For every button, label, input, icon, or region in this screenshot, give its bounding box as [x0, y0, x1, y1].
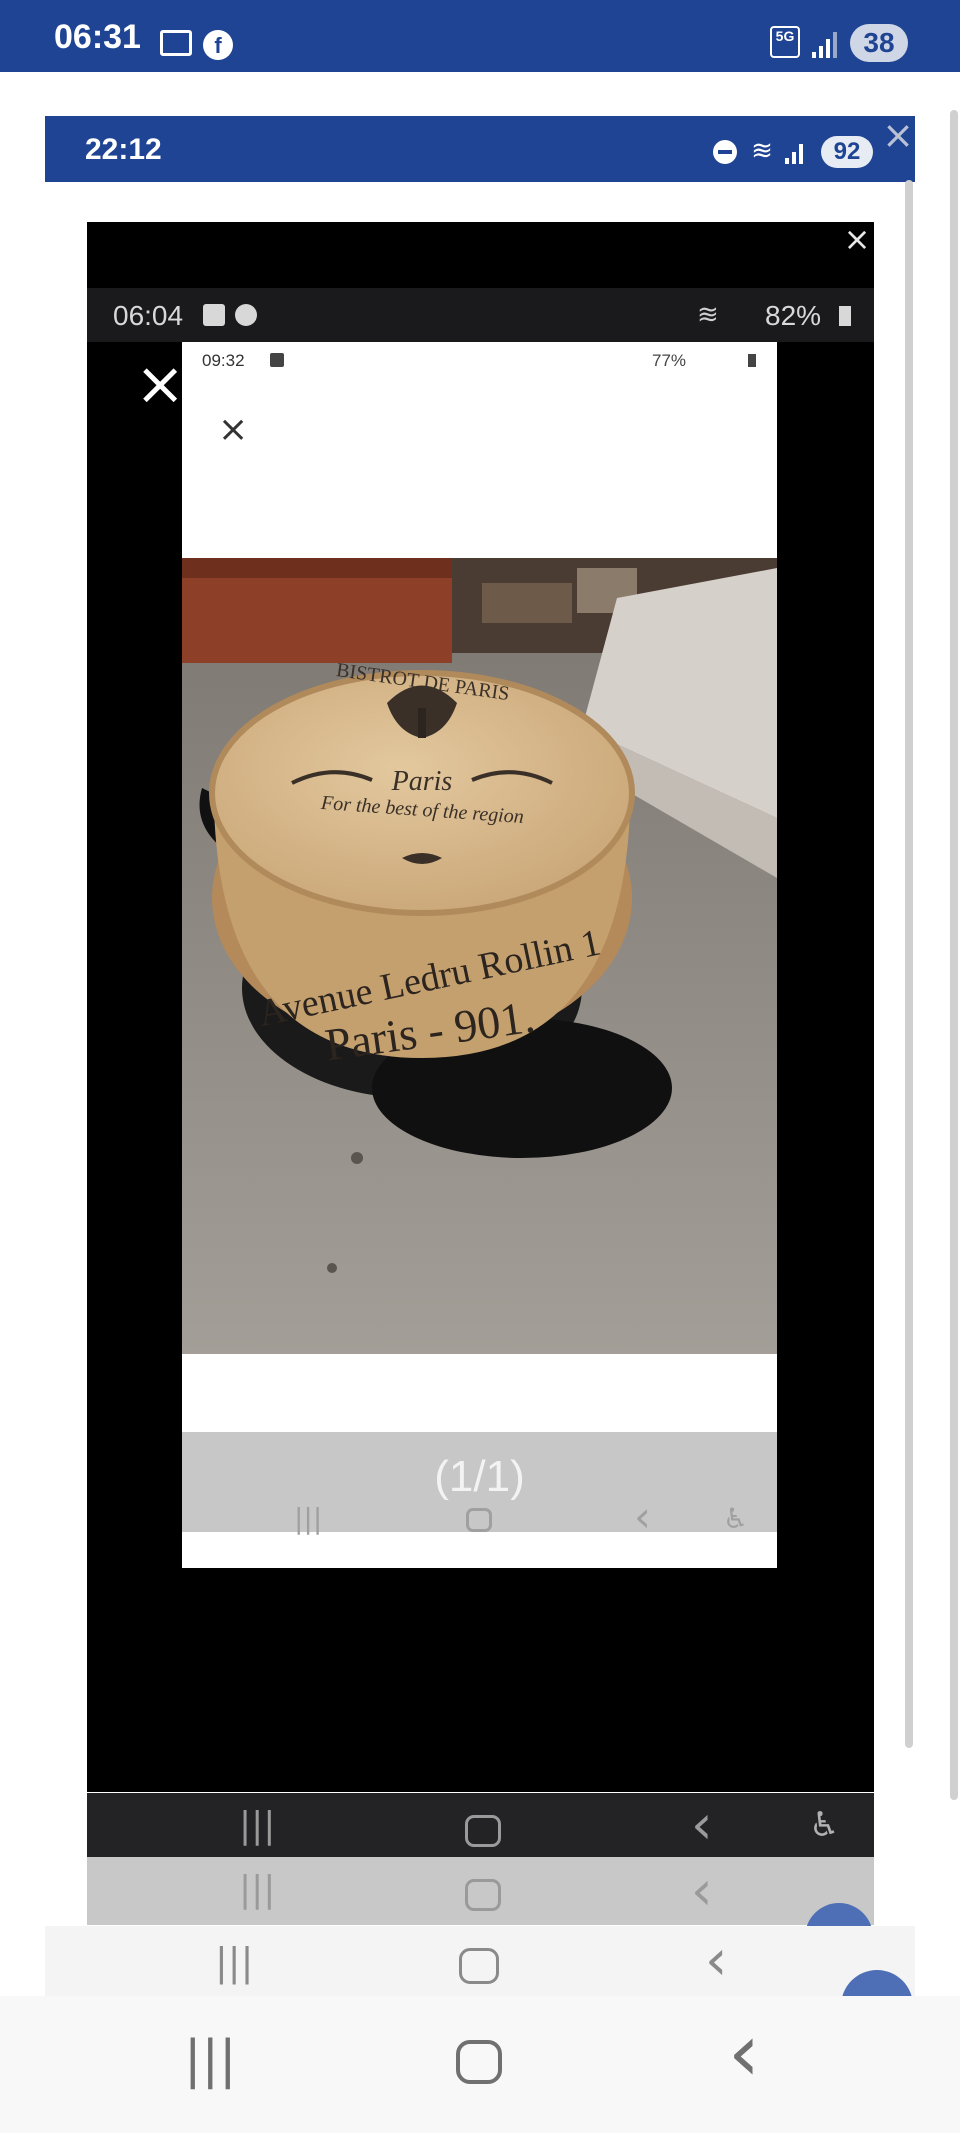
viewer3-battery-icon [839, 306, 851, 326]
card4-status-time: 09:32 [202, 351, 245, 370]
facebook-icon: f [203, 30, 233, 60]
viewer3-top-close-label: × [843, 220, 871, 258]
home-icon[interactable] [456, 2040, 502, 2084]
viewer3-close-icon[interactable]: × [135, 354, 187, 414]
card4-home-icon[interactable] [466, 1508, 492, 1532]
frame2-battery-badge: 92 [821, 136, 873, 168]
dnd-icon [713, 140, 737, 164]
recents-icon[interactable]: ||| [184, 2030, 237, 2090]
frame2-battery-value: 92 [833, 138, 861, 165]
frame2-back-icon-lower[interactable]: ‹ [691, 1859, 713, 1922]
battery-badge: 38 [850, 24, 908, 62]
viewer3-wifi-icon: ≋ [697, 300, 719, 330]
frame2-nav-bar-lower: ||| ‹ [87, 1857, 874, 1971]
frame2-status-time: 22:12 [85, 133, 162, 166]
frame2-scrollbar[interactable] [905, 180, 913, 1748]
viewer3-status-bar: 06:04 ≋ 82% [87, 288, 874, 342]
wifi-icon: ≋ [751, 136, 773, 166]
frame2-signal-icon [785, 142, 807, 164]
viewer3-accessibility-icon[interactable]: ♿ [809, 1805, 839, 1845]
outer-scrollbar[interactable] [950, 110, 958, 1800]
app-icon [235, 304, 257, 326]
frame2-status-bar: 22:12 ≋ 92 [45, 116, 915, 182]
frame2-home-icon-lower[interactable] [465, 1879, 501, 1911]
network-label: 5G [775, 28, 795, 44]
product-photo[interactable]: BISTROT DE PARIS Paris For the best of t… [182, 558, 777, 1354]
frame2-recents-icon-lower[interactable]: ||| [239, 1869, 275, 1910]
pager-label: (1/1) [434, 1452, 525, 1501]
card4-close-icon[interactable]: × [218, 412, 252, 448]
viewer3-status-time: 06:04 [113, 300, 184, 331]
photo-svg: BISTROT DE PARIS Paris For the best of t… [182, 558, 777, 1354]
card4-battery-value: 77% [652, 351, 687, 370]
battery-value: 38 [863, 27, 895, 58]
viewer3-recents-icon[interactable]: ||| [239, 1805, 275, 1846]
card4-battery-icon [748, 354, 756, 367]
frame2-back-icon[interactable]: ‹ [705, 1928, 727, 1993]
viewer3-battery: 82% [765, 300, 821, 332]
viewer3-close-label: × [135, 349, 186, 419]
viewer3-battery-value: 82% [765, 300, 822, 331]
card4-recents-icon[interactable]: ||| [294, 1502, 322, 1535]
frame2-nav-bar: ||| ‹ [45, 1926, 915, 1996]
card4-close-label: × [218, 409, 249, 450]
viewer3-home-icon[interactable] [465, 1815, 501, 1847]
card4-back-icon[interactable]: ‹ [634, 1492, 651, 1541]
signal-icon [812, 30, 838, 58]
card4-accessibility-icon[interactable]: ♿ [723, 1502, 748, 1535]
viewer3-nav-bar: ||| ‹ ♿ [87, 1793, 874, 1857]
frame2-recents-icon[interactable]: ||| [215, 1940, 253, 1984]
photo-city-text: Paris [391, 766, 453, 797]
screenshot-card-4: 09:32 77% × BISTROT DE PARIS Paris For t… [182, 342, 777, 1568]
card4-battery: 77% [652, 351, 686, 371]
notification-icon [160, 30, 192, 56]
outer-status-bar: 06:31 f 5G 38 [0, 0, 960, 72]
viewer3-back-icon[interactable]: ‹ [691, 1793, 713, 1856]
status-time: 06:31 [54, 18, 141, 56]
back-icon[interactable]: ‹ [728, 2006, 760, 2099]
gallery-icon [203, 304, 225, 326]
frame2-home-icon[interactable] [459, 1948, 499, 1984]
network-5g-icon: 5G [770, 26, 800, 58]
viewer3-top-close-icon[interactable]: × [840, 222, 874, 256]
frame2-fab[interactable] [841, 1970, 913, 1996]
outer-nav-bar: ||| ‹ [0, 1996, 960, 2133]
frame2-close-icon[interactable]: × [882, 116, 914, 154]
card4-status-bar: 09:32 77% [182, 342, 777, 378]
card4-gallery-icon [270, 353, 284, 367]
frame2-close-label: × [882, 113, 914, 157]
